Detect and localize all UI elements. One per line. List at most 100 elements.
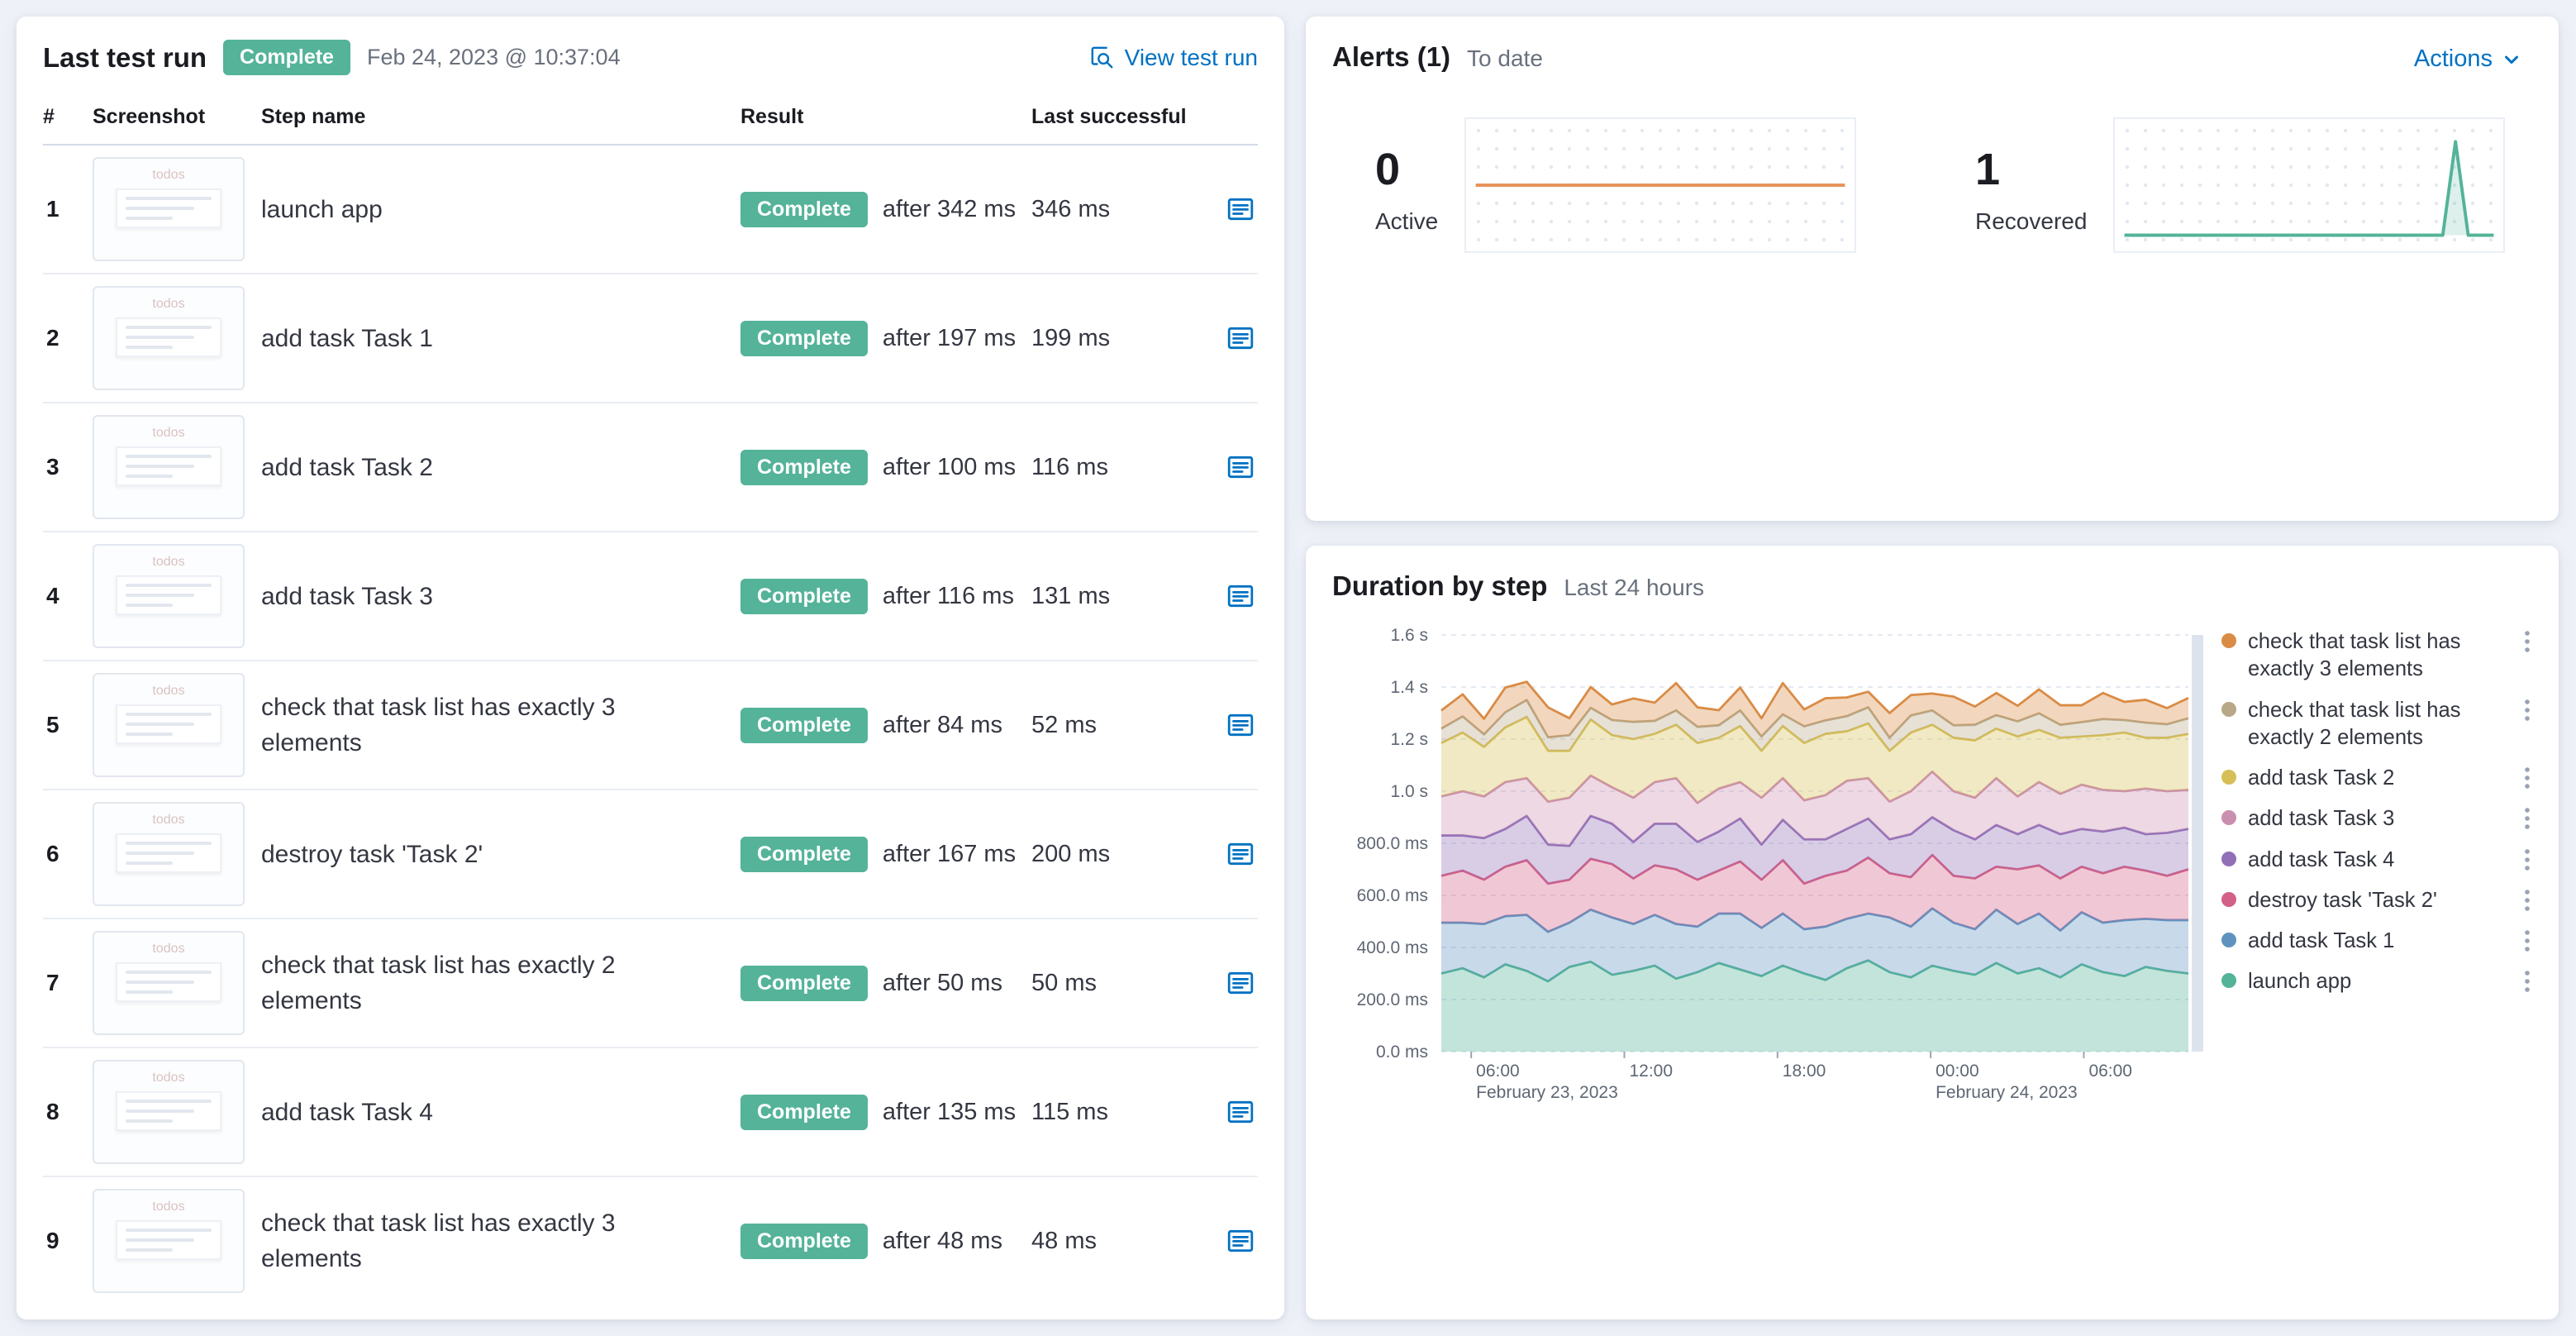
step-number: 3 [46, 454, 60, 480]
legend-options-button[interactable] [2522, 928, 2532, 954]
legend-options-button[interactable] [2522, 805, 2532, 832]
step-number: 1 [46, 196, 60, 222]
last-test-run-panel: Last test run Complete Feb 24, 2023 @ 10… [17, 17, 1284, 1319]
synthetics-dashboard: Last test run Complete Feb 24, 2023 @ 10… [0, 0, 2576, 1336]
legend-item[interactable]: add task Task 4 [2221, 847, 2532, 874]
kebab-icon [2524, 808, 2531, 835]
legend-item[interactable]: launch app [2221, 968, 2532, 995]
thumbnail-app-title: todos [152, 555, 185, 570]
legend-item[interactable]: add task Task 1 [2221, 928, 2532, 955]
step-screenshot-cell: todos [93, 1060, 261, 1165]
screenshot-thumbnail[interactable]: todos [93, 286, 245, 391]
step-details-button[interactable] [1223, 321, 1258, 355]
legend-item[interactable]: check that task list has exactly 3 eleme… [2221, 628, 2532, 684]
table-row: 1 todos launch app Complete after 342 ms… [43, 146, 1258, 275]
legend-item[interactable]: add task Task 3 [2221, 805, 2532, 833]
step-duration: after 84 ms [882, 711, 1002, 738]
legend-options-button[interactable] [2522, 628, 2532, 655]
recovered-alerts-label: Recovered [1975, 208, 2088, 234]
step-screenshot-cell: todos [93, 931, 261, 1036]
svg-text:400.0 ms: 400.0 ms [1357, 938, 1428, 957]
step-last-successful: 50 ms [1031, 969, 1097, 996]
screenshot-thumbnail[interactable]: todos [93, 931, 245, 1036]
step-details-button[interactable] [1223, 837, 1258, 871]
screenshot-thumbnail[interactable]: todos [93, 1189, 245, 1294]
screenshot-thumbnail[interactable]: todos [93, 673, 245, 778]
step-details-button[interactable] [1223, 192, 1258, 227]
inspect-icon [1090, 45, 1115, 70]
table-row: 9 todos check that task list has exactly… [43, 1177, 1258, 1305]
legend-label: check that task list has exactly 3 eleme… [2248, 630, 2461, 681]
step-name: add task Task 1 [261, 324, 433, 352]
view-test-run-link[interactable]: View test run [1090, 45, 1258, 71]
legend-options-button[interactable] [2522, 847, 2532, 873]
thumbnail-content [116, 317, 221, 358]
step-details-button[interactable] [1223, 708, 1258, 742]
svg-text:12:00: 12:00 [1629, 1062, 1673, 1081]
legend-label: launch app [2248, 970, 2352, 994]
thumbnail-app-title: todos [152, 942, 185, 957]
screenshot-thumbnail[interactable]: todos [93, 415, 245, 520]
step-detail-icon [1226, 585, 1255, 615]
svg-text:00:00: 00:00 [1936, 1062, 1979, 1081]
step-screenshot-cell: todos [93, 802, 261, 907]
screenshot-thumbnail[interactable]: todos [93, 157, 245, 262]
step-result-cell: Complete after 342 ms [740, 191, 1031, 227]
legend-label: check that task list has exactly 2 eleme… [2248, 698, 2461, 749]
screenshot-thumbnail[interactable]: todos [93, 544, 245, 649]
thumbnail-content [116, 446, 221, 487]
svg-text:1.4 s: 1.4 s [1390, 678, 1428, 697]
thumbnail-app-title: todos [152, 684, 185, 699]
legend-color-dot [2221, 851, 2236, 866]
kebab-icon [2524, 631, 2531, 658]
screenshot-thumbnail[interactable]: todos [93, 802, 245, 907]
step-detail-icon [1226, 198, 1255, 228]
step-result-cell: Complete after 84 ms [740, 707, 1031, 743]
table-row: 5 todos check that task list has exactly… [43, 661, 1258, 791]
svg-text:18:00: 18:00 [1783, 1062, 1826, 1081]
svg-text:200.0 ms: 200.0 ms [1357, 990, 1428, 1009]
step-result-badge: Complete [740, 707, 868, 743]
step-detail-icon [1226, 1101, 1255, 1131]
thumbnail-app-title: todos [152, 1071, 185, 1086]
legend-options-button[interactable] [2522, 887, 2532, 914]
legend-item[interactable]: destroy task 'Task 2' [2221, 887, 2532, 914]
legend-options-button[interactable] [2522, 697, 2532, 723]
legend-options-button[interactable] [2522, 765, 2532, 791]
legend-item[interactable]: check that task list has exactly 2 eleme… [2221, 697, 2532, 752]
duration-header: Duration by step Last 24 hours [1332, 570, 2532, 602]
step-result-cell: Complete after 167 ms [740, 836, 1031, 872]
step-result-badge: Complete [740, 836, 868, 872]
table-row: 3 todos add task Task 2 Complete after 1… [43, 403, 1258, 533]
step-number: 6 [46, 841, 60, 867]
thumbnail-app-title: todos [152, 168, 185, 183]
table-row: 8 todos add task Task 4 Complete after 1… [43, 1048, 1258, 1178]
step-last-successful: 200 ms [1031, 840, 1111, 867]
svg-text:800.0 ms: 800.0 ms [1357, 834, 1428, 853]
step-result-badge: Complete [740, 320, 868, 356]
legend-item[interactable]: add task Task 2 [2221, 765, 2532, 792]
step-result-badge: Complete [740, 1223, 868, 1259]
legend-options-button[interactable] [2522, 968, 2532, 995]
svg-text:06:00: 06:00 [2088, 1062, 2132, 1081]
step-duration: after 342 ms [882, 195, 1017, 222]
step-duration: after 197 ms [882, 324, 1017, 351]
col-header-num: # [43, 105, 55, 129]
legend-color-dot [2221, 701, 2236, 717]
step-number: 7 [46, 970, 60, 996]
step-details-button[interactable] [1223, 1095, 1258, 1129]
step-details-button[interactable] [1223, 579, 1258, 613]
step-details-button[interactable] [1223, 1224, 1258, 1258]
step-detail-icon [1226, 714, 1255, 744]
legend-color-dot [2221, 973, 2236, 989]
col-header-step-name: Step name [261, 105, 366, 129]
step-screenshot-cell: todos [93, 286, 261, 391]
alerts-actions-button[interactable]: Actions [2404, 44, 2532, 74]
step-duration: after 167 ms [882, 840, 1017, 867]
screenshot-thumbnail[interactable]: todos [93, 1060, 245, 1165]
table-row: 4 todos add task Task 3 Complete after 1… [43, 532, 1258, 662]
step-details-button[interactable] [1223, 966, 1258, 1000]
table-row: 7 todos check that task list has exactly… [43, 919, 1258, 1049]
step-details-button[interactable] [1223, 450, 1258, 484]
run-status-badge: Complete [223, 40, 350, 76]
